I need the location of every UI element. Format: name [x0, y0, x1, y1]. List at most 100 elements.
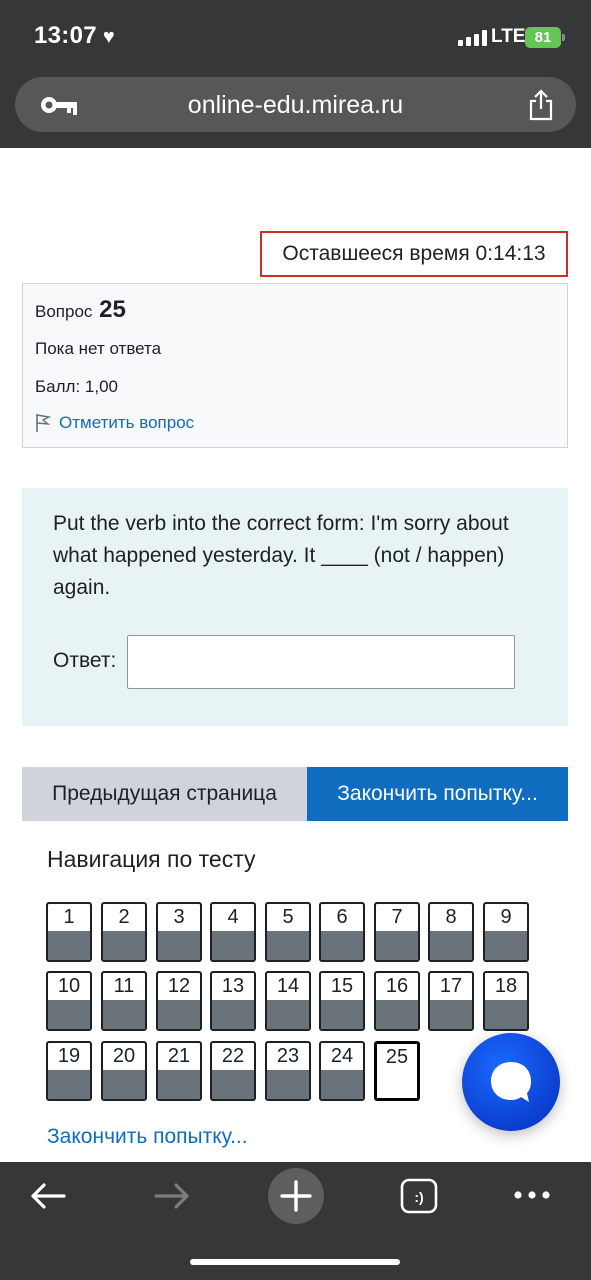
quiz-nav-button[interactable]: 4 [210, 902, 256, 962]
quiz-nav-number: 15 [330, 975, 354, 997]
quiz-nav-number: 2 [118, 906, 130, 928]
home-indicator [190, 1259, 400, 1265]
quiz-nav-number: 20 [112, 1045, 136, 1067]
quiz-nav-button[interactable]: 16 [374, 971, 420, 1031]
quiz-nav-button[interactable]: 15 [319, 971, 365, 1031]
quiz-nav-button[interactable]: 24 [319, 1041, 365, 1101]
quiz-nav-number: 12 [167, 975, 191, 997]
question-grade: Балл: 1,00 [35, 377, 118, 396]
address-bar[interactable]: online-edu.mirea.ru [15, 77, 576, 132]
quiz-nav-button[interactable]: 8 [428, 902, 474, 962]
quiz-nav-number: 11 [113, 975, 135, 997]
cut-off-text [30, 150, 290, 172]
quiz-nav-number: 21 [167, 1045, 191, 1067]
answered-indicator [158, 931, 200, 960]
quiz-nav-button[interactable]: 21 [156, 1041, 202, 1101]
time-remaining: Оставшееся время 0:14:13 [260, 231, 568, 277]
answered-indicator [48, 1070, 90, 1099]
quiz-nav-button[interactable]: 14 [265, 971, 311, 1031]
quiz-nav-button[interactable]: 5 [265, 902, 311, 962]
answered-indicator [321, 931, 363, 960]
quiz-nav-button[interactable]: 19 [46, 1041, 92, 1101]
new-tab-icon[interactable] [267, 1167, 325, 1225]
quiz-nav-number: 4 [227, 906, 239, 928]
answered-indicator [103, 1070, 145, 1099]
quiz-nav-number: 10 [57, 975, 81, 997]
status-time-text: 13:07 [34, 22, 97, 49]
answered-indicator [376, 1000, 418, 1029]
status-time: 13:07 ♥ [34, 22, 115, 50]
quiz-nav-number: 14 [276, 975, 300, 997]
chat-icon [491, 1062, 531, 1102]
quiz-nav-button[interactable]: 12 [156, 971, 202, 1031]
quiz-nav-button[interactable]: 20 [101, 1041, 147, 1101]
flag-question-link[interactable]: Отметить вопрос [35, 413, 194, 433]
quiz-nav-button[interactable]: 17 [428, 971, 474, 1031]
signal-icon [458, 30, 487, 46]
quiz-nav-button[interactable]: 7 [374, 902, 420, 962]
answered-indicator [103, 931, 145, 960]
quiz-nav-number: 13 [221, 975, 245, 997]
answered-indicator [48, 931, 90, 960]
question-info-panel: Вопрос 25 Пока нет ответа Балл: 1,00 Отм… [22, 283, 568, 448]
question-label: Вопрос [35, 302, 93, 321]
quiz-nav-button[interactable]: 11 [101, 971, 147, 1031]
quiz-nav-number: 9 [500, 906, 512, 928]
quiz-nav-button[interactable]: 6 [319, 902, 365, 962]
share-icon[interactable] [527, 89, 555, 121]
finish-attempt-link[interactable]: Закончить попытку... [47, 1125, 248, 1149]
answered-indicator [321, 1000, 363, 1029]
answered-indicator [212, 1070, 254, 1099]
quiz-nav-button[interactable]: 1 [46, 902, 92, 962]
question-text: Put the verb into the correct form: I'm … [53, 512, 509, 599]
quiz-nav-number: 19 [57, 1045, 81, 1067]
quiz-nav-button-current[interactable]: 25 [374, 1041, 420, 1101]
quiz-nav-button[interactable]: 23 [265, 1041, 311, 1101]
quiz-navigation-title: Навигация по тесту [47, 846, 256, 872]
url-text[interactable]: online-edu.mirea.ru [15, 91, 576, 120]
forward-arrow-icon[interactable] [152, 1178, 192, 1214]
flag-question-label[interactable]: Отметить вопрос [59, 413, 194, 433]
flag-icon [36, 414, 51, 432]
answered-indicator [321, 1070, 363, 1099]
heart-icon: ♥ [102, 26, 116, 48]
finish-attempt-button[interactable]: Закончить попытку... [307, 767, 568, 821]
answered-indicator [267, 1070, 309, 1099]
answered-indicator [212, 1000, 254, 1029]
previous-page-button[interactable]: Предыдущая страница [22, 767, 307, 821]
quiz-nav-button[interactable]: 2 [101, 902, 147, 962]
answered-indicator [158, 1000, 200, 1029]
question-number: Вопрос 25 [35, 296, 126, 324]
quiz-nav-button[interactable]: 18 [483, 971, 529, 1031]
quiz-nav-number: 23 [276, 1045, 300, 1067]
quiz-nav-button[interactable]: 9 [483, 902, 529, 962]
svg-text::): :) [414, 1189, 423, 1205]
answered-indicator [430, 1000, 472, 1029]
battery-level: 81 [534, 29, 552, 46]
quiz-nav-number: 8 [445, 906, 457, 928]
answered-indicator [267, 1000, 309, 1029]
answered-indicator [158, 1070, 200, 1099]
quiz-nav-number: 6 [336, 906, 348, 928]
browser-top-bar: 13:07 ♥ LTE 81 online-edu.mirea.ru [0, 0, 591, 148]
quiz-nav-number: 22 [221, 1045, 245, 1067]
quiz-nav-number: 3 [173, 906, 185, 928]
answer-input[interactable] [127, 635, 515, 689]
chat-button[interactable] [462, 1033, 560, 1131]
quiz-nav-number: 1 [63, 906, 75, 928]
answered-indicator [267, 931, 309, 960]
quiz-nav-button[interactable]: 22 [210, 1041, 256, 1101]
answered-indicator [212, 931, 254, 960]
tabs-icon[interactable]: :) [400, 1178, 438, 1214]
quiz-nav-number: 18 [494, 975, 518, 997]
quiz-nav-number: 16 [385, 975, 409, 997]
quiz-nav-button[interactable]: 10 [46, 971, 92, 1031]
question-number-value: 25 [99, 296, 126, 323]
answered-indicator [430, 931, 472, 960]
quiz-nav-button[interactable]: 3 [156, 902, 202, 962]
quiz-nav-button[interactable]: 13 [210, 971, 256, 1031]
more-icon[interactable] [512, 1188, 552, 1202]
back-arrow-icon[interactable] [28, 1178, 68, 1214]
quiz-nav-number: 17 [439, 975, 463, 997]
answered-indicator [103, 1000, 145, 1029]
